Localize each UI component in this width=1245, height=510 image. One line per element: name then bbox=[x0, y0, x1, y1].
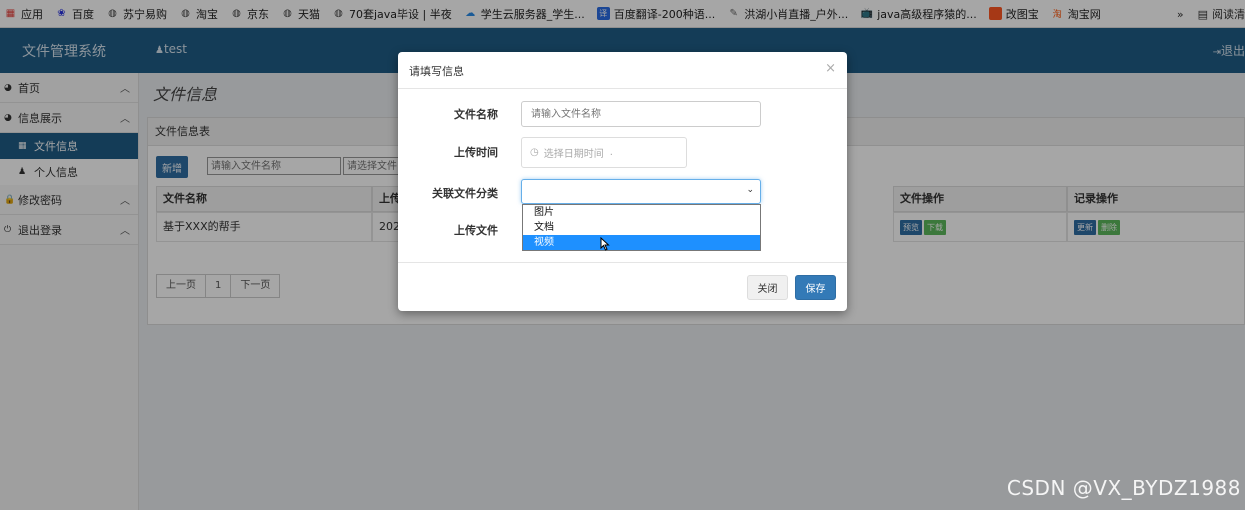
upload-file-label: 上传文件 bbox=[454, 224, 498, 237]
modal-footer: 关闭 保存 bbox=[398, 262, 847, 311]
option-video[interactable]: 视频 bbox=[523, 235, 760, 250]
chevron-down-icon: ⌄ bbox=[746, 185, 754, 195]
info-modal: 请填写信息 × 文件名称 上传时间 ◷ 选择日期时间 . 关联文件分类 ⌄ 图片… bbox=[398, 52, 847, 311]
category-dropdown: 图片 文档 视频 bbox=[522, 204, 761, 251]
watermark: CSDN @VX_BYDZ1988 bbox=[1006, 476, 1241, 500]
mouse-cursor-icon bbox=[600, 237, 610, 251]
close-icon[interactable]: × bbox=[825, 61, 836, 76]
save-button[interactable]: 保存 bbox=[795, 275, 836, 300]
option-document[interactable]: 文档 bbox=[523, 220, 760, 235]
modal-header: 请填写信息 × bbox=[398, 52, 847, 89]
clock-icon: ◷ bbox=[530, 147, 539, 158]
file-name-input[interactable] bbox=[521, 101, 761, 127]
upload-time-picker[interactable]: ◷ 选择日期时间 . bbox=[521, 137, 687, 168]
category-label: 关联文件分类 bbox=[432, 187, 498, 200]
modal-title: 请填写信息 bbox=[409, 65, 464, 78]
upload-time-label: 上传时间 bbox=[454, 146, 498, 159]
category-select[interactable]: ⌄ bbox=[521, 179, 761, 204]
close-button[interactable]: 关闭 bbox=[747, 275, 788, 300]
file-name-label: 文件名称 bbox=[454, 108, 498, 121]
option-image[interactable]: 图片 bbox=[523, 205, 760, 220]
